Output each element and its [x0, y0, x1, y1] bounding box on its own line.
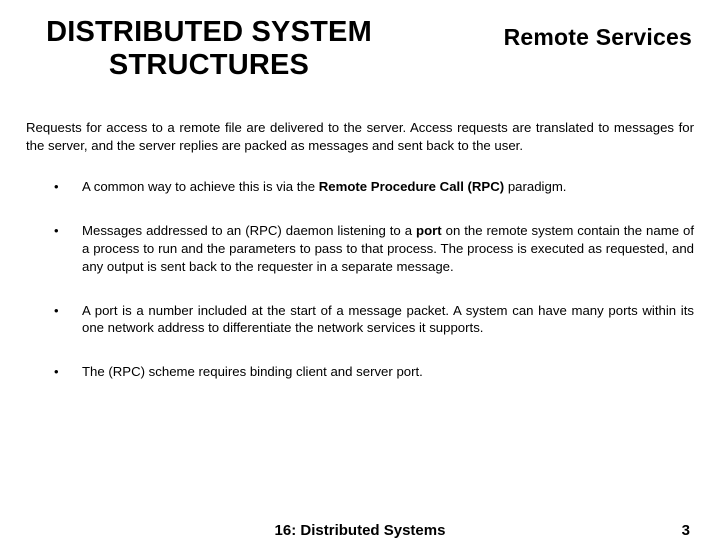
- main-title: DISTRIBUTED SYSTEM STRUCTURES: [24, 16, 394, 83]
- list-item: The (RPC) scheme requires binding client…: [54, 363, 694, 381]
- section-title: Remote Services: [504, 24, 692, 51]
- title-line-2: STRUCTURES: [109, 49, 309, 81]
- page-number: 3: [682, 522, 690, 539]
- bullet-text: A common way to achieve this is via the: [82, 179, 319, 194]
- slide: DISTRIBUTED SYSTEM STRUCTURES Remote Ser…: [0, 0, 720, 540]
- slide-header: DISTRIBUTED SYSTEM STRUCTURES Remote Ser…: [24, 16, 696, 83]
- bullet-bold: port: [416, 223, 442, 238]
- bullet-text: paradigm.: [504, 179, 566, 194]
- intro-paragraph: Requests for access to a remote file are…: [24, 119, 696, 155]
- bullet-text: Messages addressed to an (RPC) daemon li…: [82, 223, 416, 238]
- bullet-bold: Remote Procedure Call (RPC): [319, 179, 504, 194]
- bullet-text: The (RPC) scheme requires binding client…: [82, 364, 423, 379]
- list-item: A port is a number included at the start…: [54, 302, 694, 338]
- bullet-list: A common way to achieve this is via the …: [24, 178, 696, 381]
- title-line-1: DISTRIBUTED SYSTEM: [46, 16, 372, 48]
- bullet-text: A port is a number included at the start…: [82, 303, 694, 336]
- footer-label: 16: Distributed Systems: [275, 522, 446, 539]
- list-item: A common way to achieve this is via the …: [54, 178, 694, 196]
- list-item: Messages addressed to an (RPC) daemon li…: [54, 222, 694, 275]
